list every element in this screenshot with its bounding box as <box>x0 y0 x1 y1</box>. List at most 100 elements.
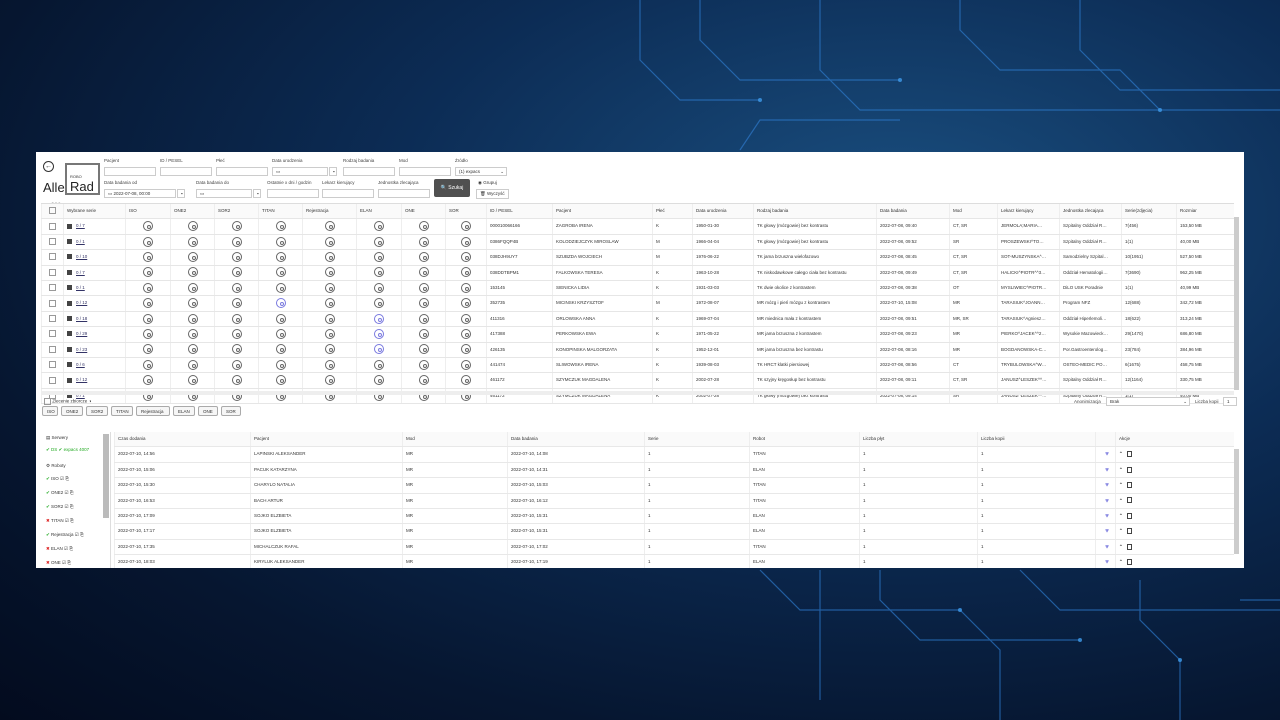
disc-burn-icon[interactable] <box>231 282 242 293</box>
robot-actions-icon[interactable]: ☑ ⎘ <box>63 504 74 509</box>
disc-burn-icon[interactable] <box>461 328 471 339</box>
disc-burn-icon[interactable] <box>275 236 286 247</box>
jobs-row[interactable]: 2022-07-10, 17:09 SOJKO ELZBIETA MR 2022-07… <box>114 508 1234 525</box>
disc-burn-icon[interactable] <box>275 282 286 293</box>
series-link[interactable]: 0 / 10 <box>63 250 125 265</box>
data-urodzenia-input[interactable]: ▭ <box>272 167 328 176</box>
robot-actions-icon[interactable]: ☑ ⎘ <box>63 490 74 495</box>
row-checkbox[interactable] <box>41 234 63 250</box>
disc-burn-icon[interactable] <box>374 298 384 309</box>
disc-burn-icon[interactable] <box>418 251 429 262</box>
disc-burn-icon[interactable] <box>275 313 286 324</box>
disc-burn-icon[interactable] <box>324 298 335 309</box>
disc-burn-icon[interactable] <box>187 359 198 370</box>
disc-burn-icon[interactable] <box>187 328 198 339</box>
disc-burn-icon[interactable] <box>418 267 429 278</box>
priority-up-icon[interactable]: ⌃ <box>1119 559 1123 564</box>
disc-burn-icon[interactable] <box>187 236 198 247</box>
table-row[interactable]: 0 / 6 441474 SLIWOWSKA IRENA K 1939-08-03 TK … <box>41 357 1234 374</box>
table-row[interactable]: 0 / 29 417388 PERKOWSKA EWA K 1971-05-22 MR j… <box>41 327 1234 343</box>
anonimizacja-select[interactable]: Brak ⌄ <box>1106 397 1190 406</box>
delete-icon[interactable] <box>1126 558 1132 565</box>
disc-burn-icon[interactable] <box>461 267 471 278</box>
row-checkbox[interactable] <box>41 342 63 357</box>
disc-burn-icon[interactable] <box>187 282 198 293</box>
search-button[interactable]: 🔍 Szukaj <box>434 179 470 197</box>
row-checkbox[interactable] <box>41 280 63 296</box>
priority-up-icon[interactable]: ⌃ <box>1119 544 1123 549</box>
series-link[interactable]: 0 / 1 <box>63 280 125 296</box>
table-row[interactable]: 0 / 7 038DDTBPM1 FALKOWSKA TERESA K 1963-10-… <box>41 265 1234 281</box>
disc-burn-icon[interactable] <box>324 328 335 339</box>
disc-burn-icon[interactable] <box>187 251 198 262</box>
priority-up-icon[interactable]: ⌃ <box>1119 451 1123 456</box>
table-row[interactable]: 0 / 7 000010066166 ZAGROBA IRENA K 1950-01-3… <box>41 219 1234 235</box>
disc-burn-icon[interactable] <box>231 344 242 355</box>
jobs-row[interactable]: 2022-07-10, 14:56 LAPINSKI ALEKSANDER MR 20… <box>114 447 1234 463</box>
disc-burn-icon[interactable] <box>187 267 198 278</box>
disc-burn-icon[interactable] <box>231 298 242 309</box>
jednostka-input[interactable] <box>378 189 430 198</box>
disc-burn-icon[interactable] <box>418 221 429 232</box>
disc-burn-icon[interactable] <box>143 313 153 324</box>
jobs-row[interactable]: 2022-07-10, 18:03 KIRYLUK ALEKSANDER MR 202… <box>114 555 1234 568</box>
robot-button-rejestracja[interactable]: Rejestracja <box>136 406 170 416</box>
priority-up-icon[interactable]: ⌃ <box>1119 513 1123 518</box>
mod-input[interactable] <box>399 167 451 176</box>
disc-burn-icon[interactable] <box>418 298 429 309</box>
disc-burn-icon[interactable] <box>324 375 335 386</box>
robot-button-sor[interactable]: SOR <box>221 406 241 416</box>
row-checkbox[interactable] <box>41 357 63 373</box>
disc-burn-icon[interactable] <box>275 375 286 386</box>
disc-burn-icon[interactable] <box>418 375 429 386</box>
disc-burn-icon[interactable] <box>374 221 384 232</box>
delete-icon[interactable] <box>1126 481 1132 488</box>
robot-actions-icon[interactable]: ☑ ⎘ <box>61 560 71 565</box>
delete-icon[interactable] <box>1126 512 1132 519</box>
disc-burn-icon[interactable] <box>374 344 384 355</box>
disc-burn-icon[interactable] <box>324 236 335 247</box>
delete-icon[interactable] <box>1126 466 1132 473</box>
zlecenie-checkbox[interactable] <box>44 398 51 405</box>
series-link[interactable]: 0 / 6 <box>63 357 125 373</box>
disc-burn-icon[interactable] <box>461 375 471 386</box>
disc-burn-icon[interactable] <box>374 236 384 247</box>
disc-burn-icon[interactable] <box>275 251 286 262</box>
robot-actions-icon[interactable]: ☑ ⎘ <box>64 518 74 523</box>
ostatnie-input[interactable] <box>267 189 319 198</box>
disc-burn-icon[interactable] <box>324 251 335 262</box>
disc-burn-icon[interactable] <box>275 328 286 339</box>
back-icon[interactable]: ← <box>43 161 54 172</box>
disc-burn-icon[interactable] <box>461 313 471 324</box>
disc-burn-icon[interactable] <box>143 267 153 278</box>
disc-burn-icon[interactable] <box>324 282 335 293</box>
calendar-clear-icon[interactable]: ▪ <box>253 189 261 198</box>
table-hscrollbar[interactable] <box>41 391 1234 395</box>
table-row[interactable]: 0 / 1 153145 SIENICKA LIDIA K 1931-03-03 TK d… <box>41 280 1234 297</box>
disc-burn-icon[interactable] <box>275 298 286 309</box>
lekarz-input[interactable] <box>322 189 374 198</box>
disc-burn-icon[interactable] <box>143 298 153 309</box>
disc-burn-icon[interactable] <box>324 313 335 324</box>
select-all-checkbox[interactable] <box>41 204 63 219</box>
disc-burn-icon[interactable] <box>187 344 198 355</box>
disc-burn-icon[interactable] <box>275 267 286 278</box>
delete-icon[interactable] <box>1126 543 1132 550</box>
priority-up-icon[interactable]: ⌃ <box>1119 498 1123 503</box>
disc-burn-icon[interactable] <box>324 344 335 355</box>
series-link[interactable]: 0 / 18 <box>63 311 125 327</box>
delete-icon[interactable] <box>1126 528 1132 535</box>
table-row[interactable]: 0 / 18 411316 ORLOWSKA ANNA K 1969-07-04 MR m… <box>41 311 1234 328</box>
disc-burn-icon[interactable] <box>187 375 198 386</box>
disc-burn-icon[interactable] <box>231 221 242 232</box>
robot-button-iso[interactable]: ISO <box>42 406 58 416</box>
disc-burn-icon[interactable] <box>374 359 384 370</box>
series-link[interactable]: 0 / 29 <box>63 327 125 342</box>
disc-burn-icon[interactable] <box>231 328 242 339</box>
robot-button-sor2[interactable]: SOR2 <box>86 406 108 416</box>
grupuj-toggle[interactable]: ◉ Grupuj <box>478 180 497 186</box>
row-checkbox[interactable] <box>41 296 63 311</box>
calendar-clear-icon[interactable]: ▪ <box>177 189 185 198</box>
row-checkbox[interactable] <box>41 311 63 327</box>
row-checkbox[interactable] <box>41 219 63 234</box>
